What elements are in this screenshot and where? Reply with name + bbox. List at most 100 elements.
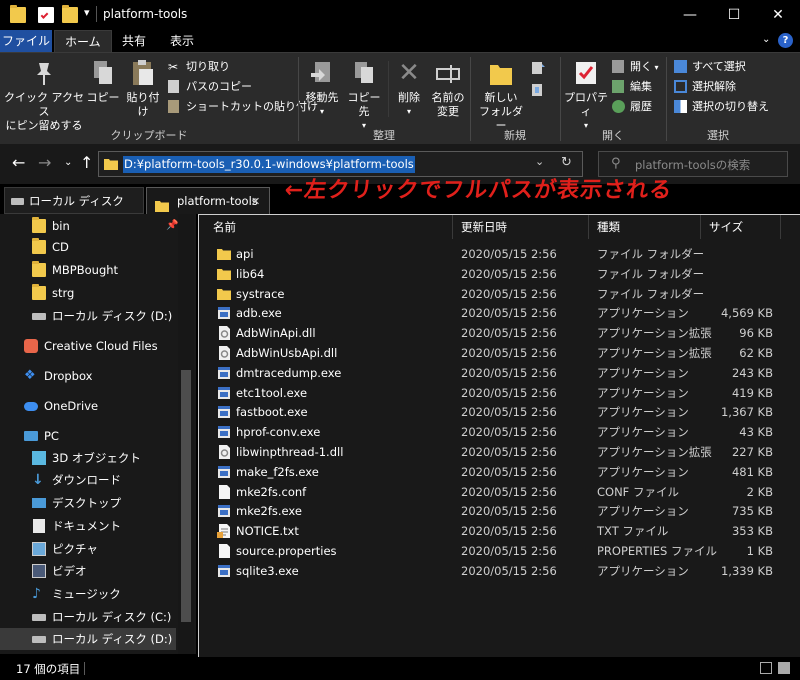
file-row[interactable]: AdbWinUsbApi.dll 2020/05/15 2:56 アプリケーション拡… xyxy=(199,343,779,363)
nav-item-documents[interactable]: ドキュメント xyxy=(0,515,176,537)
copy-button[interactable]: コピー xyxy=(86,59,120,105)
nav-item-label: ピクチャ xyxy=(52,542,98,556)
chevron-down-icon[interactable]: ⌄ xyxy=(535,155,544,168)
file-name: make_f2fs.exe xyxy=(236,464,319,479)
rename-button[interactable]: 名前の 変更 xyxy=(428,59,468,119)
file-name: fastboot.exe xyxy=(236,405,308,420)
column-header-type[interactable]: 種類 xyxy=(589,215,701,239)
ribbon-collapse-icon[interactable]: ⌄ xyxy=(762,34,770,45)
forward-arrow-icon[interactable]: → xyxy=(38,153,51,172)
file-row[interactable]: dmtracedump.exe 2020/05/15 2:56 アプリケーション 24… xyxy=(199,363,779,383)
paste-button[interactable]: 貼り付け xyxy=(122,59,164,119)
file-row[interactable]: lib64 2020/05/15 2:56 ファイル フォルダー xyxy=(199,264,779,284)
invert-selection-button[interactable]: 選択の切り替え xyxy=(674,98,769,116)
delete-button[interactable]: ✕ 削除 ▾ xyxy=(392,59,426,119)
nav-item-creative-cloud[interactable]: Creative Cloud Files xyxy=(0,335,176,357)
column-header-modified[interactable]: 更新日時 xyxy=(453,215,589,239)
file-row[interactable]: systrace 2020/05/15 2:56 ファイル フォルダー xyxy=(199,284,779,304)
cut-button[interactable]: ✂ 切り取り xyxy=(168,58,230,76)
file-row[interactable]: mke2fs.exe 2020/05/15 2:56 アプリケーション 735 KB xyxy=(199,501,779,521)
tab-home[interactable]: ホーム xyxy=(54,30,112,52)
file-row[interactable]: source.properties 2020/05/15 2:56 PROPERTI… xyxy=(199,541,779,561)
file-row[interactable]: sqlite3.exe 2020/05/15 2:56 アプリケーション 1,339 … xyxy=(199,561,779,581)
help-icon[interactable]: ? xyxy=(778,33,793,48)
file-row[interactable]: fastboot.exe 2020/05/15 2:56 アプリケーション 1,367… xyxy=(199,402,779,422)
nav-item-mbpbought[interactable]: MBPBought xyxy=(0,259,176,281)
nav-item-music[interactable]: ♪ ミュージック xyxy=(0,583,176,605)
maximize-button[interactable]: ☐ xyxy=(712,0,756,30)
download-icon: ↓ xyxy=(32,472,44,488)
file-row[interactable]: AdbWinApi.dll 2020/05/15 2:56 アプリケーション拡張 96… xyxy=(199,323,779,343)
large-icons-view-icon[interactable] xyxy=(778,662,790,674)
navigation-pane: 📌 bin CD MBPBought strg ローカル ディスク (D:) C… xyxy=(0,214,196,654)
file-name: mke2fs.conf xyxy=(236,484,307,499)
nav-item-pictures[interactable]: ピクチャ xyxy=(0,538,176,560)
open-button[interactable]: 開く ▾ xyxy=(612,58,659,76)
item-count: 17 個の項目 xyxy=(16,662,81,676)
back-arrow-icon[interactable]: ← xyxy=(12,153,25,172)
history-button[interactable]: 履歴 xyxy=(612,98,652,116)
select-none-label: 選択解除 xyxy=(692,80,736,93)
nav-item-pc[interactable]: PC xyxy=(0,425,176,447)
nav-item-strg[interactable]: strg xyxy=(0,282,176,304)
nav-item-3d-objects[interactable]: 3D オブジェクト xyxy=(0,447,176,469)
close-button[interactable]: ✕ xyxy=(756,0,800,30)
file-row[interactable]: etc1tool.exe 2020/05/15 2:56 アプリケーション 419 K… xyxy=(199,383,779,403)
up-arrow-icon[interactable]: ↑ xyxy=(80,153,93,172)
qa-customize-icon[interactable]: ▾ xyxy=(84,6,90,19)
drive-icon xyxy=(32,614,46,621)
file-name: mke2fs.exe xyxy=(236,504,302,519)
nav-item-onedrive[interactable]: OneDrive xyxy=(0,395,176,417)
tab-platform-tools[interactable]: platform-tools ✕ xyxy=(146,187,270,214)
file-row[interactable]: libwinpthread-1.dll 2020/05/15 2:56 アプリケーシ… xyxy=(199,442,779,462)
nav-item-bin[interactable]: bin xyxy=(0,215,176,237)
move-to-button[interactable]: 移動先 ▾ xyxy=(302,59,342,119)
tab-file[interactable]: ファイル xyxy=(0,30,52,52)
nav-item-local-disk-d-selected[interactable]: ローカル ディスク (D:) xyxy=(0,628,176,650)
drive-icon xyxy=(32,636,46,643)
new-item-icon[interactable] xyxy=(530,61,546,75)
properties-button[interactable]: プロパティ ▾ xyxy=(562,59,610,133)
select-all-button[interactable]: すべて選択 xyxy=(674,58,746,76)
nav-item-desktop[interactable]: デスクトップ xyxy=(0,492,176,514)
paste-shortcut-button[interactable]: ショートカットの貼り付け xyxy=(168,98,318,116)
nav-item-dropbox[interactable]: ❖ Dropbox xyxy=(0,365,176,387)
refresh-icon[interactable]: ↻ xyxy=(561,155,572,170)
edit-button[interactable]: 編集 xyxy=(612,78,652,96)
tab-share[interactable]: 共有 xyxy=(112,30,156,52)
new-folder-icon[interactable] xyxy=(62,5,78,23)
column-header-name[interactable]: 名前 xyxy=(205,215,453,239)
properties-icon[interactable] xyxy=(38,7,54,23)
clipboard-group-label: クリップボード xyxy=(110,129,188,142)
nav-item-local-disk-c[interactable]: ローカル ディスク (C:) xyxy=(0,606,176,628)
nav-item-cd[interactable]: CD xyxy=(0,236,176,258)
nav-item-local-disk-d[interactable]: ローカル ディスク (D:) xyxy=(0,305,176,327)
file-row[interactable]: hprof-conv.exe 2020/05/15 2:56 アプリケーション 43 … xyxy=(199,422,779,442)
easy-access-icon[interactable] xyxy=(530,83,546,97)
minimize-button[interactable]: — xyxy=(668,0,712,30)
nav-scrollbar-thumb[interactable] xyxy=(181,370,191,622)
invert-selection-label: 選択の切り替え xyxy=(692,100,769,113)
file-size: 1,339 KB xyxy=(720,563,773,578)
tab-local-disk-d[interactable]: ローカル ディスク (D:) xyxy=(4,187,144,235)
new-folder-button[interactable]: 新しい フォルダー xyxy=(474,59,528,133)
tab-view[interactable]: 表示 xyxy=(160,30,204,52)
recent-locations-icon[interactable]: ⌄ xyxy=(64,157,72,168)
file-row[interactable]: NOTICE.txt 2020/05/15 2:56 TXT ファイル 353 KB xyxy=(199,521,779,541)
pin-quick-access-button[interactable]: クイック アクセス にピン留めする xyxy=(4,59,84,133)
file-row[interactable]: adb.exe 2020/05/15 2:56 アプリケーション 4,569 KB xyxy=(199,303,779,323)
file-row[interactable]: mke2fs.conf 2020/05/15 2:56 CONF ファイル 2 KB xyxy=(199,482,779,502)
copy-path-button[interactable]: パスのコピー xyxy=(168,78,252,96)
dll-icon xyxy=(217,326,231,341)
column-header-size[interactable]: サイズ xyxy=(701,215,781,239)
select-none-button[interactable]: 選択解除 xyxy=(674,78,736,96)
close-tab-icon[interactable]: ✕ xyxy=(251,188,260,215)
nav-item-downloads[interactable]: ↓ ダウンロード xyxy=(0,469,176,491)
nav-item-videos[interactable]: ビデオ xyxy=(0,560,176,582)
details-view-icon[interactable] xyxy=(760,662,772,674)
copy-to-button[interactable]: コピー先 ▾ xyxy=(344,59,384,133)
address-path[interactable]: D:¥platform-tools_r30.0.1-windows¥platfo… xyxy=(123,156,415,173)
file-row[interactable]: make_f2fs.exe 2020/05/15 2:56 アプリケーション 481 … xyxy=(199,462,779,482)
file-row[interactable]: api 2020/05/15 2:56 ファイル フォルダー xyxy=(199,244,779,264)
exe-icon xyxy=(217,405,231,419)
